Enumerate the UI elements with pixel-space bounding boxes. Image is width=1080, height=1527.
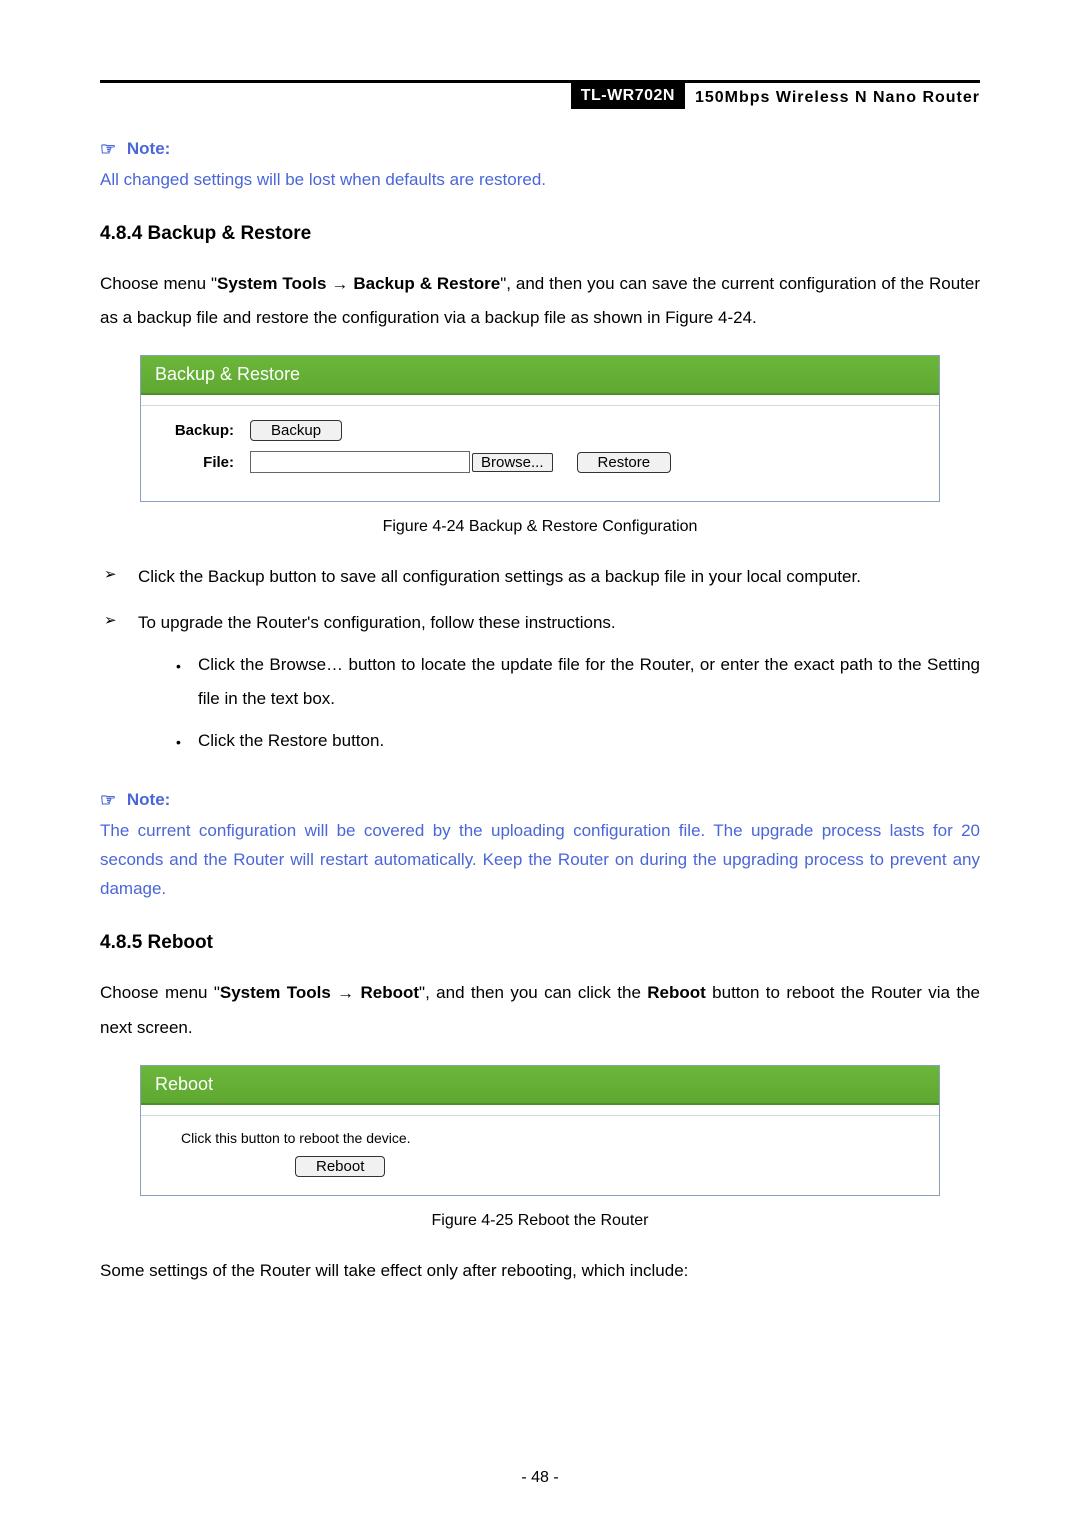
list-item: • Click the Browse… button to locate the… — [176, 648, 980, 716]
hand-icon: ☞ — [100, 139, 116, 160]
dot-bullet-icon: • — [176, 724, 198, 758]
list-item: ➢ To upgrade the Router's configuration,… — [100, 606, 980, 766]
section2-paragraph: Choose menu "System Tools → Reboot", and… — [100, 976, 980, 1045]
model-badge: TL-WR702N — [571, 83, 685, 109]
note-label-text: Note: — [127, 139, 170, 158]
trailing-paragraph: Some settings of the Router will take ef… — [100, 1254, 980, 1288]
panel-title-reboot: Reboot — [141, 1066, 939, 1105]
label-file: File: — [155, 454, 250, 471]
label-backup: Backup: — [155, 422, 250, 439]
section-heading-backup-restore: 4.8.4 Backup & Restore — [100, 223, 980, 245]
triangle-bullet-icon: ➢ — [100, 560, 138, 594]
file-path-input[interactable] — [250, 451, 470, 473]
reboot-panel: Reboot Click this button to reboot the d… — [140, 1065, 940, 1196]
backup-button[interactable]: Backup — [250, 420, 342, 441]
section1-paragraph: Choose menu "System Tools → Backup & Res… — [100, 267, 980, 336]
backup-restore-panel: Backup & Restore Backup: Backup File: Br… — [140, 355, 940, 502]
page-header: TL-WR702N 150Mbps Wireless N Nano Router — [100, 80, 980, 109]
reboot-button[interactable]: Reboot — [295, 1156, 385, 1177]
note-label-1: ☞ Note: — [100, 139, 980, 160]
note-label-2: ☞ Note: — [100, 790, 980, 811]
note-body-1: All changed settings will be lost when d… — [100, 166, 980, 195]
reboot-instruction: Click this button to reboot the device. — [155, 1130, 925, 1146]
hand-icon: ☞ — [100, 790, 116, 811]
section-heading-reboot: 4.8.5 Reboot — [100, 932, 980, 954]
list-item: ➢ Click the Backup button to save all co… — [100, 560, 980, 594]
figure-caption-4-25: Figure 4-25 Reboot the Router — [100, 1212, 980, 1230]
triangle-bullet-icon: ➢ — [100, 606, 138, 766]
figure-caption-4-24: Figure 4-24 Backup & Restore Configurati… — [100, 518, 980, 536]
dot-bullet-icon: • — [176, 648, 198, 716]
note-label-text: Note: — [127, 790, 170, 809]
restore-button[interactable]: Restore — [577, 452, 672, 473]
model-desc: 150Mbps Wireless N Nano Router — [685, 89, 980, 107]
panel-title-backup-restore: Backup & Restore — [141, 356, 939, 395]
browse-button[interactable]: Browse... — [472, 453, 553, 472]
bullet-list: ➢ Click the Backup button to save all co… — [100, 560, 980, 766]
note-body-2: The current configuration will be covere… — [100, 817, 980, 904]
list-item: • Click the Restore button. — [176, 724, 980, 758]
page-number: - 48 - — [0, 1469, 1080, 1487]
